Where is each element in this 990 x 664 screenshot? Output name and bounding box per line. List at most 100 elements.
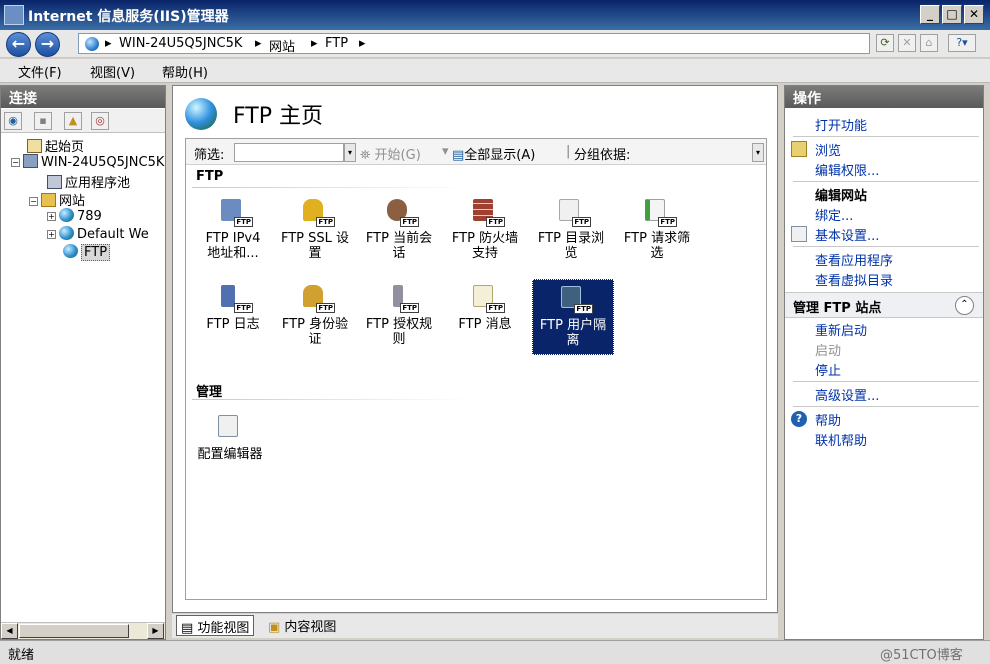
server-icon bbox=[23, 154, 38, 168]
action-restart[interactable]: 重新启动 bbox=[815, 320, 867, 339]
expand-icon[interactable]: + bbox=[47, 230, 56, 239]
sites-folder-icon bbox=[41, 193, 56, 207]
globe-icon bbox=[59, 226, 74, 240]
disconnect-icon[interactable]: ◎ bbox=[91, 112, 109, 130]
connections-toolbar: ◉ ▪ ▲ ◎ bbox=[1, 109, 165, 133]
action-bindings[interactable]: 绑定... bbox=[815, 205, 853, 224]
window-title: Internet 信息服务(IIS)管理器 bbox=[28, 9, 229, 25]
menu-view[interactable]: 视图(V) bbox=[90, 62, 135, 81]
close-button[interactable]: ✕ bbox=[964, 5, 984, 24]
feature-ftp-authorization[interactable]: FTP FTP 授权规 则 bbox=[358, 279, 440, 355]
action-view-virtual-directories[interactable]: 查看虚拟目录 bbox=[815, 270, 893, 289]
collapse-icon[interactable]: − bbox=[29, 197, 38, 206]
collapse-section-icon[interactable]: ⌃ bbox=[955, 296, 974, 315]
stop-icon[interactable]: ✕ bbox=[898, 34, 916, 52]
menu-help[interactable]: 帮助(H) bbox=[162, 62, 208, 81]
feature-ftp-user-isolation[interactable]: FTP FTP 用户隔 离 bbox=[532, 279, 614, 355]
globe-icon bbox=[63, 244, 78, 258]
scroll-right-icon[interactable]: ▶ bbox=[147, 623, 164, 639]
edit-site-header: 编辑网站 bbox=[815, 189, 868, 204]
feature-config-editor[interactable]: 配置编辑器 bbox=[188, 409, 272, 485]
manage-ftp-section: 管理 FTP 站点 ⌃ bbox=[785, 292, 983, 318]
maximize-button[interactable]: □ bbox=[942, 5, 962, 24]
chevron-down-icon[interactable]: ▾ bbox=[344, 143, 356, 162]
feature-ftp-authentication[interactable]: FTP FTP 身份验 证 bbox=[274, 279, 356, 355]
scroll-thumb[interactable] bbox=[19, 624, 129, 638]
chevron-down-icon[interactable]: ▾ bbox=[442, 144, 449, 159]
app-pool-icon bbox=[47, 175, 62, 189]
start-page-icon bbox=[27, 139, 42, 153]
authorization-key-icon: FTP bbox=[385, 283, 419, 313]
tree-item-start-page[interactable]: 起始页 bbox=[5, 136, 165, 155]
toolbar-overflow-icon[interactable]: ▾ bbox=[752, 143, 764, 162]
feature-ftp-directory-browsing[interactable]: FTP FTP 目录浏 览 bbox=[530, 193, 612, 269]
features-view: 筛选: ▾ ⛯ 开始(G) ▾ ▤全部显示(A) | 分组依据: ▾ FTP F… bbox=[185, 138, 767, 600]
sessions-users-icon: FTP bbox=[385, 197, 419, 227]
breadcrumb-server[interactable]: WIN-24U5Q5JNC5K bbox=[119, 36, 242, 51]
feature-ftp-ipv4[interactable]: FTP FTP IPv4 地址和... bbox=[192, 193, 274, 269]
page-title: FTP 主页 bbox=[233, 104, 323, 129]
feature-ftp-logging[interactable]: FTP FTP 日志 bbox=[192, 279, 274, 355]
iis-app-icon bbox=[4, 5, 24, 25]
group-by-label[interactable]: 分组依据: bbox=[574, 144, 630, 163]
feature-ftp-firewall[interactable]: FTP FTP 防火墙 支持 bbox=[444, 193, 526, 269]
actions-title: 操作 bbox=[785, 86, 983, 108]
tree-item-sites[interactable]: − 网站 bbox=[5, 190, 165, 209]
breadcrumb-sites[interactable]: 网站 bbox=[269, 36, 295, 55]
tree-item-default-web-site[interactable]: + Default We bbox=[5, 226, 165, 244]
status-text: 就绪 bbox=[8, 648, 35, 663]
ip-restrictions-icon: FTP bbox=[219, 197, 253, 227]
forward-button[interactable]: → bbox=[35, 32, 60, 57]
collapse-icon[interactable]: − bbox=[11, 158, 20, 167]
logging-icon: FTP bbox=[219, 283, 253, 313]
feature-ftp-request-filtering[interactable]: FTP FTP 请求筛 选 bbox=[616, 193, 698, 269]
action-open-feature[interactable]: 打开功能 bbox=[815, 115, 867, 134]
tree-item-server[interactable]: − WIN-24U5Q5JNC5K bbox=[5, 154, 165, 172]
feature-ftp-messages[interactable]: FTP FTP 消息 bbox=[444, 279, 526, 355]
feature-ftp-ssl[interactable]: FTP FTP SSL 设 置 bbox=[274, 193, 356, 269]
title-bar: Internet 信息服务(IIS)管理器 _ □ ✕ bbox=[0, 0, 990, 30]
show-all-icon: ▤ bbox=[452, 148, 465, 163]
tree-item-site-789[interactable]: +789 bbox=[5, 208, 165, 226]
up-folder-icon[interactable]: ▲ bbox=[64, 112, 82, 130]
show-all-button[interactable]: ▤全部显示(A) bbox=[452, 144, 535, 163]
manage-ftp-header: 管理 FTP 站点 bbox=[793, 301, 882, 316]
menu-file[interactable]: 文件(F) bbox=[18, 62, 62, 81]
minimize-button[interactable]: _ bbox=[920, 5, 940, 24]
globe-icon bbox=[85, 37, 99, 51]
action-help[interactable]: 帮助 bbox=[815, 410, 841, 429]
action-advanced-settings[interactable]: 高级设置... bbox=[815, 385, 879, 404]
breadcrumb-ftp[interactable]: FTP bbox=[325, 36, 348, 51]
action-online-help[interactable]: 联机帮助 bbox=[815, 430, 867, 449]
config-editor-icon bbox=[216, 413, 244, 441]
save-icon[interactable]: ▪ bbox=[34, 112, 52, 130]
back-button[interactable]: ← bbox=[6, 32, 31, 57]
authentication-icon: FTP bbox=[301, 283, 335, 313]
action-start[interactable]: 启动 bbox=[815, 340, 841, 359]
refresh-icon[interactable]: ⟳ bbox=[876, 34, 894, 52]
help-icon[interactable]: ?▾ bbox=[948, 34, 976, 52]
globe-icon bbox=[59, 208, 74, 222]
ftp-globe-icon bbox=[185, 98, 217, 130]
content-view-tab[interactable]: ▣ 内容视图 bbox=[264, 615, 340, 636]
horizontal-scrollbar[interactable]: ◀ ▶ bbox=[1, 622, 165, 639]
connect-icon[interactable]: ◉ bbox=[4, 112, 22, 130]
home-icon[interactable]: ⌂ bbox=[920, 34, 938, 52]
action-browse[interactable]: 浏览 bbox=[815, 140, 841, 159]
tree-item-app-pools[interactable]: 应用程序池 bbox=[5, 172, 165, 191]
action-basic-settings[interactable]: 基本设置... bbox=[815, 225, 879, 244]
action-edit-permissions[interactable]: 编辑权限... bbox=[815, 160, 879, 179]
feature-ftp-sessions[interactable]: FTP FTP 当前会 话 bbox=[358, 193, 440, 269]
start-filter-button[interactable]: ⛯ 开始(G) bbox=[360, 144, 421, 163]
scroll-left-icon[interactable]: ◀ bbox=[1, 623, 18, 639]
address-box[interactable]: ▸ WIN-24U5Q5JNC5K ▸ 网站 ▸ FTP ▸ bbox=[78, 33, 870, 55]
features-view-icon: ▤ bbox=[181, 621, 198, 636]
filter-input[interactable] bbox=[234, 143, 344, 162]
action-view-applications[interactable]: 查看应用程序 bbox=[815, 250, 893, 269]
action-stop[interactable]: 停止 bbox=[815, 360, 841, 379]
features-view-tab[interactable]: ▤ 功能视图 bbox=[176, 615, 255, 636]
tree-item-ftp[interactable]: FTP bbox=[5, 244, 165, 262]
expand-icon[interactable]: + bbox=[47, 212, 56, 221]
content-view-icon: ▣ bbox=[268, 620, 285, 635]
help-icon: ? bbox=[791, 411, 807, 427]
